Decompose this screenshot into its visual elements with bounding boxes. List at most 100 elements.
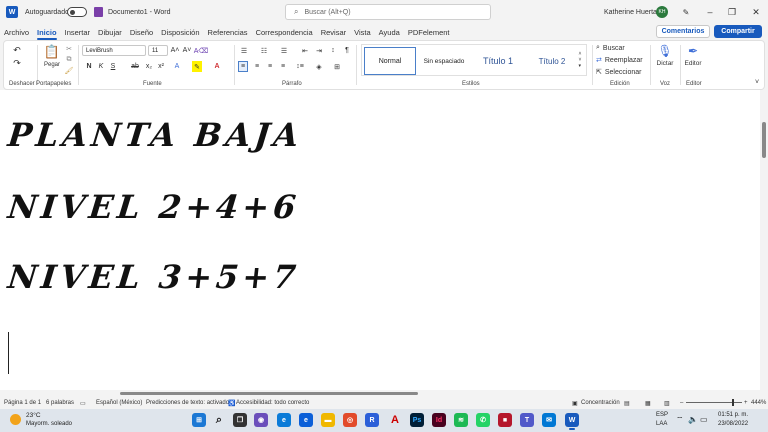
restore-button[interactable]: ❐ — [720, 0, 744, 24]
close-button[interactable]: ✕ — [744, 0, 768, 24]
mail-app-icon[interactable]: ✉ — [542, 413, 556, 427]
styles-scroll-icon[interactable]: ˄ ˅ ▾ — [576, 45, 584, 75]
search-box[interactable]: ⌕ Buscar (Alt+Q) — [285, 4, 491, 20]
share-button[interactable]: Compartir — [714, 25, 762, 38]
focus-mode[interactable]: Concentración — [581, 397, 620, 409]
shrink-font-icon[interactable]: A˅ — [182, 45, 192, 56]
collapse-ribbon-icon[interactable]: ˅ — [752, 77, 762, 87]
vertical-scrollbar[interactable] — [760, 90, 768, 390]
paste-button[interactable]: Pegar — [40, 61, 64, 69]
focus-icon[interactable]: ▣ — [572, 397, 578, 409]
language-indicator[interactable]: ESP — [656, 412, 668, 418]
tab-revisar[interactable]: Revisar — [317, 24, 350, 40]
align-left-icon[interactable]: ≡ — [238, 61, 248, 72]
microphone-icon[interactable]: 🎙 — [656, 43, 674, 59]
zoom-level[interactable]: 444% — [751, 397, 766, 409]
dictate-button[interactable]: Dictar — [654, 59, 676, 68]
tab-diseno[interactable]: Diseño — [126, 24, 157, 40]
accessibility-icon[interactable]: ♿ — [228, 397, 235, 409]
font-color-icon[interactable]: A — [212, 61, 222, 72]
rf-app-icon[interactable]: R — [365, 413, 379, 427]
weather-description[interactable]: Mayorm. soleado — [26, 421, 72, 427]
edge-icon[interactable]: e — [277, 413, 291, 427]
whatsapp-icon[interactable]: ✆ — [476, 413, 490, 427]
pen-icon[interactable]: ✎ — [674, 0, 698, 24]
scroll-thumb[interactable] — [120, 392, 418, 395]
subscript-button[interactable]: x₂ — [144, 61, 154, 72]
superscript-button[interactable]: x² — [156, 61, 166, 72]
editor-button[interactable]: Editor — [682, 59, 704, 68]
horizontal-scrollbar[interactable] — [0, 390, 768, 397]
red-app-icon[interactable]: ■ — [498, 413, 512, 427]
copy-icon[interactable]: ⧉ — [64, 55, 74, 64]
comments-button[interactable]: Comentarios — [656, 25, 710, 38]
clock-date[interactable]: 23/08/2022 — [718, 421, 748, 427]
align-right-icon[interactable]: ≡ — [265, 61, 275, 72]
font-name-select[interactable]: LeviBrush — [82, 45, 146, 56]
teams-chat-icon[interactable]: ◉ — [254, 413, 268, 427]
cut-icon[interactable]: ✂ — [64, 44, 74, 53]
task-view-icon[interactable]: ❐ — [233, 413, 247, 427]
text-effects-icon[interactable]: A — [172, 61, 182, 72]
indesign-icon[interactable]: Id — [432, 413, 446, 427]
tab-vista[interactable]: Vista — [350, 24, 375, 40]
select-button[interactable]: ⇱ Seleccionar — [596, 67, 641, 77]
paste-icon[interactable]: 📋 — [42, 44, 62, 60]
clear-format-icon[interactable]: A⌫ — [194, 45, 209, 56]
style-normal[interactable]: Normal — [364, 47, 416, 75]
save-icon[interactable] — [94, 7, 103, 17]
borders-icon[interactable]: ⊞ — [332, 61, 342, 72]
photoshop-icon[interactable]: Ps — [410, 413, 424, 427]
tab-ayuda[interactable]: Ayuda — [375, 24, 404, 40]
align-center-icon[interactable]: ≡ — [252, 61, 262, 72]
multilevel-list-icon[interactable]: ☰ — [278, 45, 290, 56]
print-layout-icon[interactable]: ▦ — [645, 397, 651, 409]
temperature[interactable]: 23°C — [26, 412, 41, 419]
highlight-icon[interactable]: ✎ — [192, 61, 202, 72]
justify-icon[interactable]: ≡ — [278, 61, 288, 72]
font-size-select[interactable]: 11 — [148, 45, 168, 56]
italic-button[interactable]: K — [96, 61, 106, 72]
chrome-icon[interactable]: ◎ — [343, 413, 357, 427]
scroll-thumb[interactable] — [762, 122, 766, 158]
word-count[interactable]: 6 palabras — [46, 397, 74, 409]
autosave-toggle[interactable] — [67, 7, 87, 17]
bold-button[interactable]: N — [84, 61, 94, 72]
word-taskbar-icon[interactable]: W — [565, 413, 579, 430]
format-painter-icon[interactable]: 🖌 — [64, 66, 74, 75]
tab-insertar[interactable]: Insertar — [61, 24, 94, 40]
numbering-icon[interactable]: ☷ — [258, 45, 270, 56]
acrobat-icon[interactable]: A — [388, 413, 402, 427]
keyboard-layout-indicator[interactable]: LAA — [656, 421, 667, 427]
tab-disposicion[interactable]: Disposición — [157, 24, 203, 40]
redo-icon[interactable]: ↷ — [10, 57, 24, 69]
clock-time[interactable]: 01:51 p. m. — [718, 412, 748, 418]
editor-icon[interactable]: ✒ — [684, 43, 702, 59]
document-page[interactable]: PLANTA BAJA NIVEL 2+4+6 NIVEL 3+5+7 — [0, 90, 760, 390]
spotify-icon[interactable]: ≋ — [454, 413, 468, 427]
sort-icon[interactable]: ↕ — [328, 45, 338, 56]
user-name[interactable]: Katherine Huerta — [604, 0, 657, 24]
shading-icon[interactable]: ◈ — [314, 61, 324, 72]
wifi-icon[interactable]: ⌔ — [676, 415, 684, 425]
search-icon[interactable]: ⌕ — [212, 413, 226, 427]
weather-sun-icon[interactable] — [10, 414, 21, 425]
bullets-icon[interactable]: ☰ — [238, 45, 250, 56]
accessibility-status[interactable]: Accesibilidad: todo correcto — [236, 397, 309, 409]
avatar[interactable]: KH — [656, 6, 668, 18]
underline-button[interactable]: S — [108, 61, 118, 72]
tab-inicio[interactable]: Inicio — [33, 24, 61, 40]
volume-icon[interactable]: 🔈 — [688, 415, 698, 424]
tab-archivo[interactable]: Archivo — [0, 24, 33, 40]
teams-icon[interactable]: T — [520, 413, 534, 427]
undo-icon[interactable]: ↶ — [10, 44, 24, 56]
style-title-2[interactable]: Título 2 — [526, 47, 578, 75]
start-icon[interactable]: ⊞ — [192, 413, 206, 427]
tab-dibujar[interactable]: Dibujar — [94, 24, 126, 40]
web-layout-icon[interactable]: ▥ — [664, 397, 670, 409]
edge-dev-icon[interactable]: e — [299, 413, 313, 427]
find-button[interactable]: ⌕ Buscar — [596, 43, 625, 53]
file-explorer-icon[interactable]: ▬ — [321, 413, 335, 427]
grow-font-icon[interactable]: A˄ — [170, 45, 180, 56]
language-status[interactable]: Español (México) — [96, 397, 142, 409]
